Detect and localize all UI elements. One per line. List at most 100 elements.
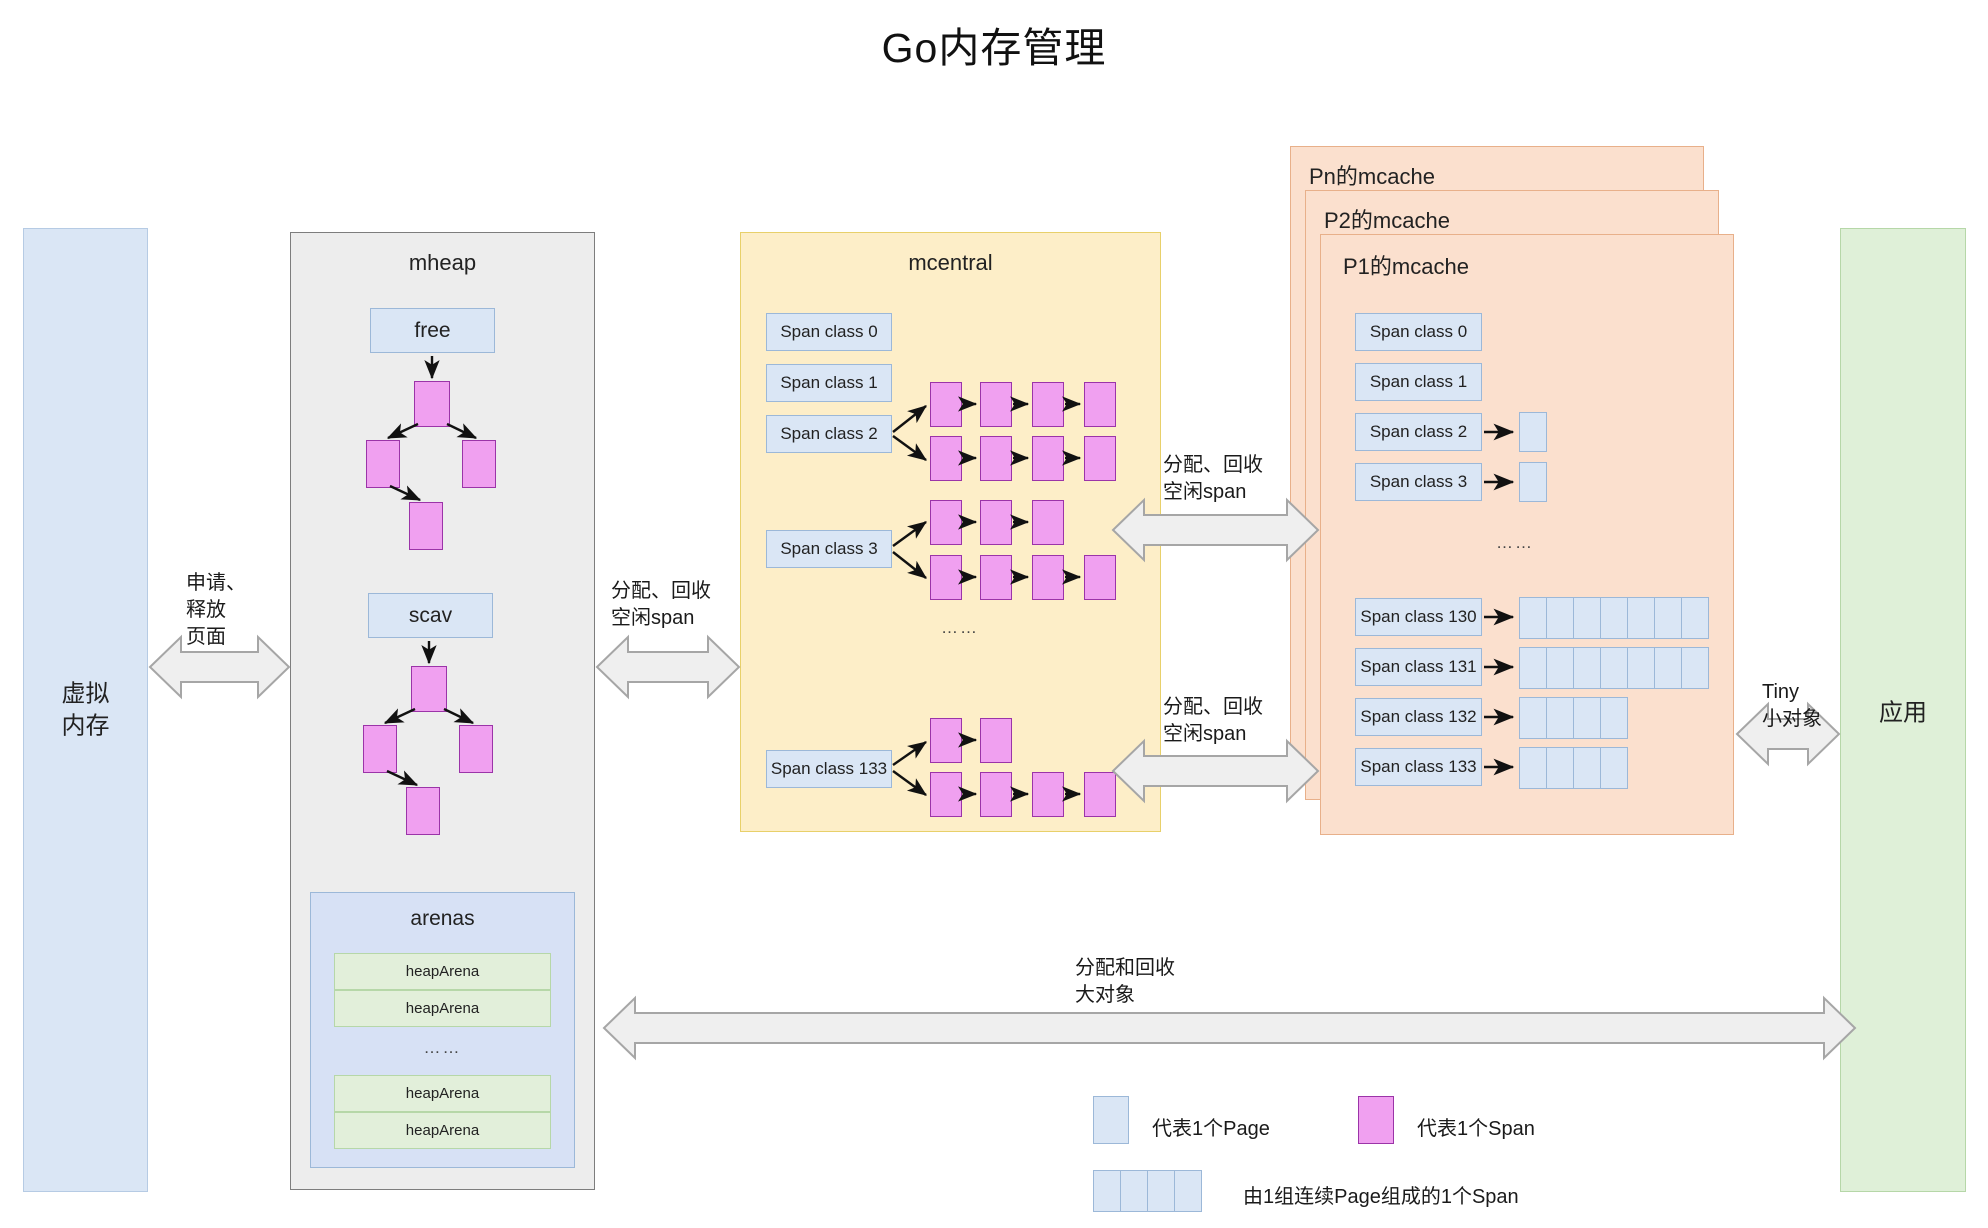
scav-tree-node-left (363, 725, 397, 773)
mcentral-span-node (980, 500, 1012, 545)
free-tree-node-root (414, 381, 450, 427)
mheap-scav-box: scav (368, 593, 493, 638)
mcentral-span-class-1: Span class 1 (766, 364, 892, 402)
mcache-span-class-2: Span class 2 (1355, 413, 1482, 451)
page-cell (1174, 1170, 1202, 1212)
legend-span-swatch (1358, 1096, 1394, 1144)
label-mheap-mcentral: 分配、回收 空闲span (611, 580, 711, 629)
mcentral-span-node (1032, 500, 1064, 545)
mheap-title: mheap (408, 250, 477, 275)
mcentral-span-node (930, 436, 962, 481)
free-tree-node-left (366, 440, 400, 488)
page-cell (1519, 647, 1546, 689)
mcentral-span-node (930, 772, 962, 817)
arrow-mheap-mcentral (595, 634, 741, 700)
mcache-page-cell (1519, 462, 1547, 502)
mcache-page-cell (1519, 412, 1547, 452)
label-mcentral-mcache-bottom: 分配、回收 空闲span (1163, 696, 1263, 745)
arenas-title: arenas (410, 907, 475, 930)
page-cell (1600, 597, 1627, 639)
page-cell (1573, 597, 1600, 639)
mcentral-span-node (980, 382, 1012, 427)
heap-arena-item: heapArena (334, 1112, 551, 1149)
page-cell (1600, 647, 1627, 689)
page-cell (1546, 747, 1573, 789)
page-cell (1654, 597, 1681, 639)
mcentral-span-node (1032, 555, 1064, 600)
page-cell (1681, 597, 1709, 639)
page-cell (1600, 747, 1628, 789)
mcentral-span-node (930, 382, 962, 427)
mcentral-span-class-0: Span class 0 (766, 313, 892, 351)
scav-tree-node-root (411, 666, 447, 712)
mcache-span-class-131: Span class 131 (1355, 648, 1482, 686)
mcache-page-group-132 (1519, 697, 1628, 739)
mcache-page-group-133 (1519, 747, 1628, 789)
mcentral-ellipsis: …… (941, 618, 979, 637)
mcentral-span-node (1032, 382, 1064, 427)
page-cell (1627, 647, 1654, 689)
mcentral-span-node (930, 555, 962, 600)
page-cell (1120, 1170, 1147, 1212)
mcache-p1-title: P1的mcache (1343, 254, 1469, 279)
heap-arena-item: heapArena (334, 990, 551, 1027)
mcentral-span-node (930, 718, 962, 763)
mcache-span-class-130: Span class 130 (1355, 598, 1482, 636)
scav-tree-node-right (459, 725, 493, 773)
page-cell (1573, 697, 1600, 739)
page-cell (1627, 597, 1654, 639)
free-tree-node-right (462, 440, 496, 488)
mcache-span-class-1: Span class 1 (1355, 363, 1482, 401)
mcache-span-class-132: Span class 132 (1355, 698, 1482, 736)
page-cell (1654, 647, 1681, 689)
mcentral-span-node (980, 718, 1012, 763)
mcache-page-group-130 (1519, 597, 1709, 639)
mcache-p2-title: P2的mcache (1324, 208, 1450, 233)
label-big-object: 分配和回收 大对象 (1075, 957, 1175, 1006)
page-cell (1093, 1170, 1120, 1212)
mcache-ellipsis: …… (1496, 533, 1534, 552)
page-cell (1546, 647, 1573, 689)
mcentral-span-node (1084, 772, 1116, 817)
label-vmem-mheap: 申请、 释放 页面 (186, 572, 246, 648)
mcache-pn-title: Pn的mcache (1309, 164, 1435, 189)
virtual-memory-panel: 虚拟 内存 (23, 228, 148, 1192)
page-cell (1681, 647, 1709, 689)
heap-arena-item: heapArena (334, 953, 551, 990)
page-cell (1600, 697, 1628, 739)
mcentral-span-class-2: Span class 2 (766, 415, 892, 453)
legend-page-swatch (1093, 1096, 1129, 1144)
mcentral-span-node (930, 500, 962, 545)
label-mcache-app-tiny: Tiny 小对象 (1762, 681, 1822, 730)
scav-tree-node-leaf (406, 787, 440, 835)
legend-group-label: 由1组连续Page组成的1个Span (1243, 1186, 1519, 1208)
legend-span-label: 代表1个Span (1417, 1118, 1535, 1140)
free-tree-node-leaf (409, 502, 443, 550)
mcentral-span-class-133: Span class 133 (766, 750, 892, 788)
mcache-page-group-131 (1519, 647, 1709, 689)
mcentral-span-node (1084, 436, 1116, 481)
page-cell (1573, 647, 1600, 689)
page-cell (1546, 697, 1573, 739)
page-cell (1519, 697, 1546, 739)
page-cell (1147, 1170, 1174, 1212)
label-mcentral-mcache-top: 分配、回收 空闲span (1163, 454, 1263, 503)
mcentral-title: mcentral (908, 250, 993, 275)
page-cell (1519, 747, 1546, 789)
mcentral-span-node (980, 772, 1012, 817)
mcentral-span-node (980, 555, 1012, 600)
mcache-span-class-0: Span class 0 (1355, 313, 1482, 351)
mcache-span-class-3: Span class 3 (1355, 463, 1482, 501)
legend-page-label: 代表1个Page (1152, 1118, 1270, 1140)
mcentral-span-node (1084, 555, 1116, 600)
mcentral-span-class-3: Span class 3 (766, 530, 892, 568)
mcentral-span-node (1032, 436, 1064, 481)
arenas-ellipsis: …… (423, 1038, 462, 1057)
mcentral-span-node (1032, 772, 1064, 817)
heap-arena-item: heapArena (334, 1075, 551, 1112)
page-title: Go内存管理 (881, 25, 1107, 71)
mcentral-span-node (980, 436, 1012, 481)
legend-group-swatch (1093, 1170, 1202, 1212)
virtual-memory-label: 虚拟 内存 (61, 680, 110, 739)
page-cell (1546, 597, 1573, 639)
